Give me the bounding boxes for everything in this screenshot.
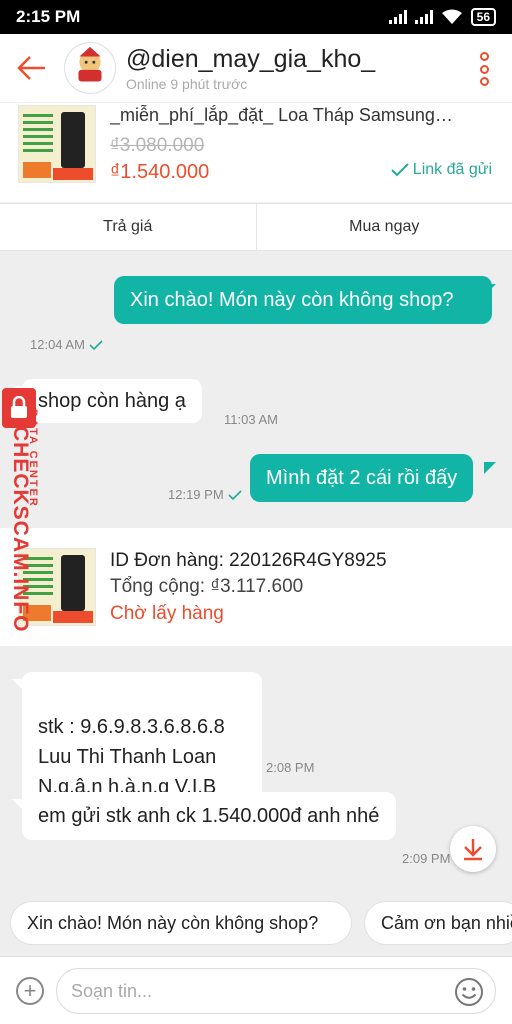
product-actions: Trả giá Mua ngay: [0, 203, 512, 251]
message-input-bar: +: [0, 956, 512, 1024]
back-arrow-icon: [17, 56, 45, 80]
product-card[interactable]: _miễn_phí_lắp_đặt_ Loa Tháp Samsung… ₫3.…: [0, 102, 512, 202]
message-time: 2:08 PM: [266, 760, 315, 775]
product-new-price: ₫1.540.000: [110, 161, 210, 183]
quick-reply-chip[interactable]: Xin chào! Món này còn không shop?: [10, 901, 352, 945]
order-id: ID Đơn hàng: 220126R4GY8925: [110, 550, 387, 571]
battery-icon: 56: [470, 8, 496, 26]
watermark: DATA CENTER CHECKSCAM.INFO: [2, 388, 39, 638]
link-sent-status: Link đã gửi: [391, 161, 492, 179]
message-bubble-outgoing[interactable]: Mình đặt 2 cái rồi đấy: [250, 454, 474, 502]
status-time: 2:15 PM: [16, 7, 81, 26]
message-time: 12:04 AM: [30, 337, 103, 352]
check-icon: [391, 163, 409, 177]
wifi-icon: [441, 9, 462, 24]
order-status: Chờ lấy hàng: [110, 603, 224, 624]
more-options-icon[interactable]: [478, 52, 490, 86]
emoji-icon[interactable]: [454, 977, 484, 1007]
product-thumbnail: [18, 105, 96, 183]
chat-header: @dien_may_gia_kho_ Online 9 phút trước: [0, 34, 512, 102]
make-offer-button[interactable]: Trả giá: [0, 204, 256, 250]
message-time: 2:09 PM: [402, 851, 451, 866]
message-bubble-incoming[interactable]: stk : 9.6.9.8.3.6.8.6.8 Luu Thi Thanh Lo…: [22, 672, 262, 812]
status-bar: 2:15 PM 56: [0, 0, 512, 34]
signal-icon-2: [414, 10, 433, 24]
quick-reply-chip[interactable]: Cảm ơn bạn nhiều: [364, 901, 512, 945]
back-button[interactable]: [0, 34, 64, 102]
product-old-price: ₫3.080.000: [110, 135, 205, 156]
scroll-to-bottom-button[interactable]: [450, 826, 496, 872]
message-input[interactable]: [56, 968, 496, 1014]
message-time: 12:19 PM: [168, 487, 242, 502]
order-total: Tổng cộng: ₫3.117.600: [110, 576, 304, 597]
add-attachment-button[interactable]: +: [16, 977, 44, 1005]
signal-icon: [388, 10, 407, 24]
read-check-icon: [89, 339, 103, 350]
avatar[interactable]: [64, 42, 116, 94]
buy-now-button[interactable]: Mua ngay: [255, 204, 512, 250]
shop-avatar-icon: [78, 46, 102, 82]
message-bubble-incoming[interactable]: shop còn hàng ạ: [22, 379, 202, 423]
read-check-icon: [228, 489, 242, 500]
product-name: _miễn_phí_lắp_đặt_ Loa Tháp Samsung…: [110, 105, 453, 125]
message-bubble-outgoing[interactable]: Xin chào! Món này còn không shop?: [114, 276, 492, 324]
shop-name: @dien_may_gia_kho_: [126, 45, 376, 73]
arrow-down-icon: [464, 839, 482, 861]
online-status: Online 9 phút trước: [126, 76, 248, 92]
watermark-brand: CHECKSCAM.INFO: [9, 426, 32, 633]
order-card[interactable]: ID Đơn hàng: 220126R4GY8925 Tổng cộng: ₫…: [0, 528, 512, 646]
message-bubble-incoming[interactable]: em gửi stk anh ck 1.540.000đ anh nhé: [22, 792, 396, 840]
message-time: 11:03 AM: [224, 412, 278, 427]
